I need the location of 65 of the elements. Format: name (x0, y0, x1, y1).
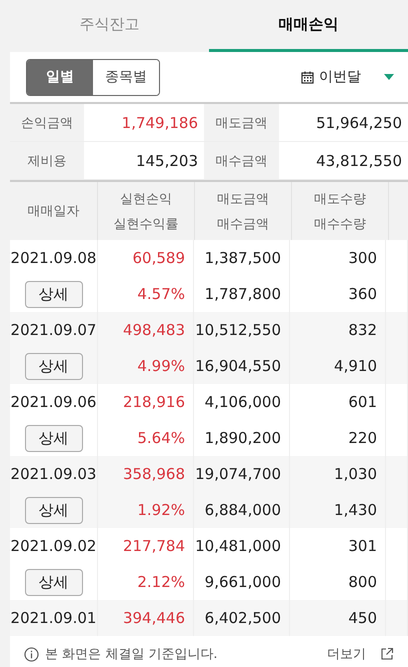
date-cell-text: 2021.09.02 (10, 536, 96, 557)
sell-quantity-cell-text: 300 (348, 248, 377, 269)
buy-amount-cell-text: 9,661,000 (204, 572, 281, 593)
detail-button[interactable]: 상세 (24, 280, 82, 308)
date-cell-text: 2021.09.08 (10, 248, 96, 269)
sell-quantity-cell-text: 1,030 (334, 464, 377, 485)
date-cell-text: 2021.09.03 (10, 464, 96, 485)
info-icon (24, 646, 39, 662)
detail-button[interactable]: 상세 (24, 352, 82, 380)
detail-button[interactable]: 상세 (24, 568, 82, 596)
rate-cell-text: 4.99% (137, 356, 185, 377)
summary-label: 매수금액 (204, 142, 279, 180)
buy-quantity-cell-text: 360 (348, 284, 377, 305)
column-header: 매도수량 (314, 190, 366, 208)
external-link-icon[interactable] (380, 647, 394, 661)
period-dropdown[interactable]: 이번달 (301, 68, 394, 86)
column-header: 매도금액 (217, 190, 269, 208)
buy-amount-cell-text: 6,884,000 (204, 500, 281, 521)
sell-amount-cell-text: 1,387,500 (204, 248, 281, 269)
summary-label: 제비용 (10, 142, 84, 180)
sell-amount-cell-text: 6,402,500 (204, 608, 281, 629)
date-cell-text: 2021.09.07 (10, 320, 96, 341)
buy-amount-cell-text: 1,890,200 (204, 428, 281, 449)
rate-cell-text: 4.57% (137, 284, 185, 305)
summary-value: 51,964,250 (279, 104, 408, 142)
column-header: 매매일자 (28, 203, 80, 220)
buy-amount-cell-text: 1,787,800 (204, 284, 281, 305)
sell-quantity-cell-text: 301 (348, 536, 377, 557)
column-header: 매수금액 (217, 216, 269, 232)
view-toggle-button[interactable]: 일별 (27, 60, 93, 94)
rate-cell-text: 5.64% (137, 428, 185, 449)
sell-amount-cell-text: 4,106,000 (204, 392, 281, 413)
column-header: 실현손익 (120, 190, 172, 208)
buy-quantity-cell-text: 800 (348, 572, 377, 593)
footer-note: 본 화면은 체결일 기준입니다. (45, 646, 219, 663)
rate-cell-text: 2.12% (137, 572, 185, 593)
calendar-icon (301, 70, 314, 84)
column-header: 매수수량 (314, 216, 366, 232)
profit-cell-text: 358,968 (122, 464, 185, 485)
sell-quantity-cell-text: 601 (348, 392, 377, 413)
sell-amount-cell-text: 10,512,550 (195, 320, 281, 341)
buy-quantity-cell-text: 1,430 (334, 500, 377, 521)
summary-value: 43,812,550 (279, 142, 408, 180)
detail-button[interactable]: 상세 (24, 496, 82, 524)
summary-label: 손익금액 (10, 104, 84, 142)
column-header: 실현수익률 (114, 216, 178, 232)
sell-quantity-cell-text: 832 (348, 320, 377, 341)
caret-icon (384, 74, 394, 80)
profit-cell-text: 218,916 (122, 392, 185, 413)
buy-amount-cell-text: 16,904,550 (195, 356, 281, 377)
profit-cell-text: 498,483 (122, 320, 185, 341)
date-cell-text: 2021.09.01 (10, 608, 96, 629)
sell-amount-cell-text: 19,074,700 (195, 464, 281, 485)
sell-quantity-cell-text: 450 (348, 608, 377, 629)
sell-amount-cell-text: 10,481,000 (195, 536, 281, 557)
summary-label: 매도금액 (204, 104, 279, 142)
buy-quantity-cell-text: 220 (348, 428, 377, 449)
profit-cell-text: 217,784 (122, 536, 185, 557)
profit-cell-text: 60,589 (132, 248, 185, 269)
profit-cell-text: 394,446 (122, 608, 185, 629)
detail-button[interactable]: 상세 (24, 424, 82, 452)
date-cell-text: 2021.09.06 (10, 392, 96, 413)
buy-quantity-cell-text: 4,910 (334, 356, 377, 377)
more-link[interactable]: 더보기 (327, 645, 366, 663)
rate-cell-text: 1.92% (137, 500, 185, 521)
